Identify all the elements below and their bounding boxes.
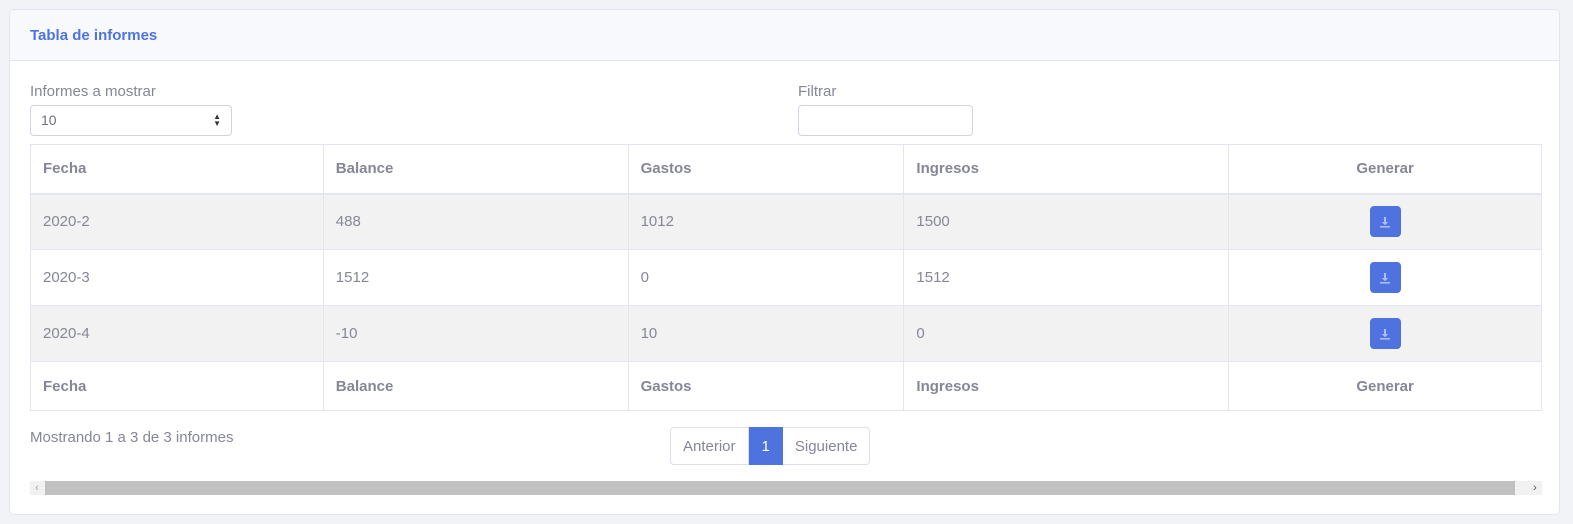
col-footer-ingresos: Ingresos	[903, 361, 1230, 411]
card-header: Tabla de informes	[10, 10, 1559, 61]
cell-balance: 1512	[322, 249, 629, 306]
scroll-left-icon[interactable]: ‹	[30, 481, 44, 495]
card-title: Tabla de informes	[30, 26, 158, 44]
download-button[interactable]	[1369, 206, 1401, 238]
reports-card: Tabla de informes Informes a mostrar 10 …	[9, 9, 1560, 515]
length-label: Informes a mostrar	[30, 83, 156, 100]
cell-ingresos: 1500	[903, 193, 1230, 250]
scrollbar-thumb[interactable]	[45, 481, 1515, 495]
col-footer-generar: Generar	[1228, 361, 1542, 411]
table-header-row: Fecha Balance Gastos Ingresos Generar	[30, 144, 1542, 195]
download-icon	[1380, 328, 1391, 340]
col-footer-gastos: Gastos	[627, 361, 905, 411]
filter-input[interactable]	[798, 105, 973, 136]
cell-fecha: 2020-3	[30, 249, 324, 306]
table-row: 2020-4 -10 10 0	[30, 305, 1542, 362]
table-info: Mostrando 1 a 3 de 3 informes	[30, 429, 234, 446]
col-header-gastos[interactable]: Gastos	[627, 144, 905, 195]
page-1-button[interactable]: 1	[748, 427, 783, 465]
cell-balance: 488	[322, 193, 629, 250]
cell-generar	[1228, 305, 1542, 362]
download-icon	[1380, 272, 1391, 284]
cell-fecha: 2020-4	[30, 305, 324, 362]
col-footer-balance: Balance	[322, 361, 629, 411]
cell-fecha: 2020-2	[30, 193, 324, 250]
cell-generar	[1228, 193, 1542, 250]
col-header-generar: Generar	[1228, 144, 1542, 195]
reports-table: Fecha Balance Gastos Ingresos Generar 20…	[30, 144, 1542, 411]
cell-balance: -10	[322, 305, 629, 362]
length-select[interactable]: 10 ▲ ▼	[30, 105, 232, 136]
download-icon	[1380, 216, 1391, 228]
horizontal-scrollbar[interactable]: ‹ ›	[30, 481, 1542, 495]
scroll-right-icon[interactable]: ›	[1528, 481, 1542, 495]
table-row: 2020-3 1512 0 1512	[30, 249, 1542, 306]
next-page-button[interactable]: Siguiente	[782, 427, 871, 465]
cell-ingresos: 0	[903, 305, 1230, 362]
table-footer-row: Fecha Balance Gastos Ingresos Generar	[30, 361, 1542, 411]
col-header-fecha[interactable]: Fecha	[30, 144, 324, 195]
col-footer-fecha: Fecha	[30, 361, 324, 411]
cell-gastos: 1012	[627, 193, 905, 250]
cell-ingresos: 1512	[903, 249, 1230, 306]
download-button[interactable]	[1369, 318, 1401, 349]
col-header-balance[interactable]: Balance	[322, 144, 629, 195]
card-body: Informes a mostrar 10 ▲ ▼ Filtrar Fecha B…	[10, 61, 1559, 514]
cell-gastos: 0	[627, 249, 905, 306]
select-arrows-icon: ▲ ▼	[213, 112, 221, 128]
col-header-ingresos[interactable]: Ingresos	[903, 144, 1230, 195]
table-row: 2020-2 488 1012 1500	[30, 193, 1542, 250]
filter-label: Filtrar	[798, 83, 837, 100]
download-button[interactable]	[1369, 262, 1401, 293]
cell-generar	[1228, 249, 1542, 306]
prev-page-button[interactable]: Anterior	[670, 427, 749, 465]
pagination: Anterior 1 Siguiente	[670, 427, 871, 465]
length-select-value: 10	[41, 112, 57, 128]
cell-gastos: 10	[627, 305, 905, 362]
